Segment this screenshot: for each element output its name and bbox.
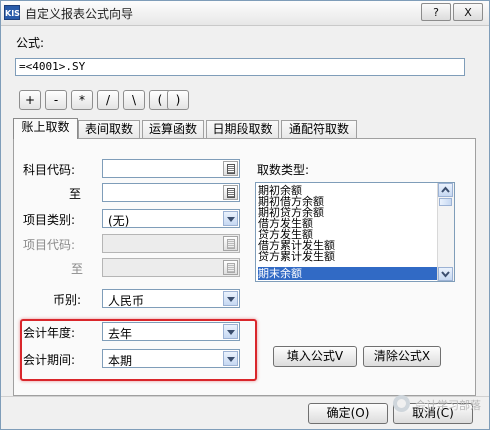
item-picker-icon [223, 236, 238, 251]
operator-int-divide-button[interactable]: \ [123, 90, 145, 110]
tab-cross-table-fetch[interactable]: 表间取数 [78, 120, 140, 138]
account-code-to-input[interactable] [102, 183, 240, 202]
help-button[interactable]: ? [421, 3, 451, 21]
operator-divide-button[interactable]: / [97, 90, 119, 110]
item-code-to-input [102, 258, 240, 277]
item-category-value: (无) [108, 214, 130, 228]
list-scrollbar[interactable] [437, 183, 454, 281]
account-to-picker-icon[interactable] [223, 185, 238, 200]
scroll-thumb[interactable] [439, 198, 452, 206]
account-code-input[interactable] [102, 159, 240, 178]
ok-button[interactable]: 确定(O) [308, 403, 388, 424]
item-to-picker-icon [223, 260, 238, 275]
operator-minus-button[interactable]: - [45, 90, 67, 110]
account-code-label: 科目代码: [23, 163, 76, 177]
currency-label: 币别: [53, 293, 82, 307]
clear-formula-button[interactable]: 清除公式X [363, 346, 441, 367]
tab-wildcard-fetch[interactable]: 通配符取数 [281, 120, 357, 138]
operator-close-paren-button[interactable]: ) [167, 90, 189, 110]
insert-formula-button[interactable]: 填入公式V [273, 346, 357, 367]
fetch-type-list[interactable]: 期初余额 期初借方余额 期初贷方余额 借方发生额 贷方发生额 借方累计发生额 贷… [255, 182, 455, 282]
close-button[interactable]: X [453, 3, 483, 21]
operator-multiply-button[interactable]: * [71, 90, 93, 110]
to-label: 至 [69, 187, 82, 201]
app-icon: KIS [4, 5, 20, 20]
chevron-down-icon[interactable] [223, 211, 238, 226]
window-title: 自定义报表公式向导 [25, 7, 134, 21]
tab-account-fetch[interactable]: 账上取数 [13, 118, 78, 139]
title-bar: KIS 自定义报表公式向导 ? X [1, 1, 489, 26]
watermark-text: 会计学习部落 [415, 399, 481, 412]
highlight-box [20, 319, 257, 381]
account-picker-icon[interactable] [223, 161, 238, 176]
list-item[interactable]: 贷方累计发生额 [258, 251, 437, 262]
chevron-down-icon[interactable] [223, 291, 238, 306]
formula-wizard-dialog: KIS 自定义报表公式向导 ? X 公式: =<4001>.SY + - * /… [0, 0, 490, 430]
item-code-label: 项目代码: [23, 238, 76, 252]
formula-label: 公式: [16, 36, 45, 50]
to-label: 至 [71, 262, 84, 276]
scroll-down-icon[interactable] [438, 267, 453, 281]
currency-value: 人民币 [108, 294, 145, 308]
item-category-select[interactable]: (无) [102, 209, 240, 228]
item-category-label: 项目类别: [23, 213, 76, 227]
tab-function[interactable]: 运算函数 [142, 120, 204, 138]
operator-plus-button[interactable]: + [19, 90, 41, 110]
item-code-input [102, 234, 240, 253]
formula-input[interactable]: =<4001>.SY [15, 58, 465, 76]
tab-date-range-fetch[interactable]: 日期段取数 [206, 120, 279, 138]
currency-select[interactable]: 人民币 [102, 289, 240, 308]
list-item-selected[interactable]: 期末余额 [258, 267, 437, 280]
watermark-logo-icon [393, 395, 410, 412]
scroll-up-icon[interactable] [438, 183, 453, 197]
fetch-type-label: 取数类型: [257, 163, 310, 177]
